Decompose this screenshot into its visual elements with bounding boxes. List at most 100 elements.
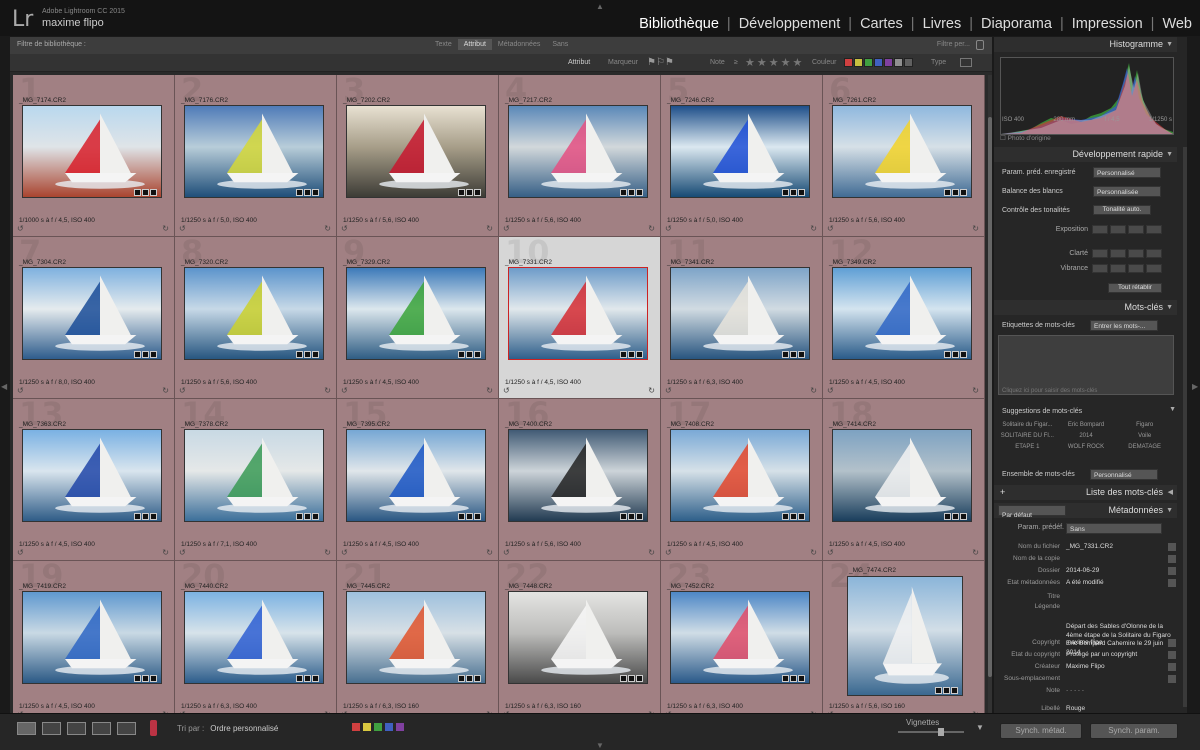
badge-icon[interactable] [790,189,797,196]
badge-icon[interactable] [150,513,157,520]
badge-icon[interactable] [782,351,789,358]
badge-icon[interactable] [951,687,958,694]
rotate-left-icon[interactable]: ↺ [665,224,672,233]
thumbnail-cell[interactable]: 16 _MG_7400.CR2 1/1250 s à f / 5,6, ISO 40… [499,395,661,561]
badge-icon[interactable] [790,351,797,358]
toolbar-options-icon[interactable]: ▼ [976,723,984,732]
thumbnail-image[interactable] [346,429,486,522]
badge-icon[interactable] [628,513,635,520]
badge-icon[interactable] [628,351,635,358]
badge-icon[interactable] [458,675,465,682]
badge-icon[interactable] [296,351,303,358]
rotate-left-icon[interactable]: ↺ [665,386,672,395]
badge-icon[interactable] [790,513,797,520]
rotate-left-icon[interactable]: ↺ [341,548,348,557]
thumbnail-badges[interactable] [458,351,481,358]
badge-icon[interactable] [944,189,951,196]
badge-icon[interactable] [466,189,473,196]
metadata-action-icon[interactable] [1168,567,1176,575]
badge-icon[interactable] [960,351,967,358]
thumbnail-badges[interactable] [620,675,643,682]
compare-view-button[interactable] [67,722,86,735]
badge-icon[interactable] [134,189,141,196]
metadata-value[interactable]: 2014-06-29 [1066,567,1099,574]
histogram-header[interactable]: Histogramme ▼ [994,37,1177,52]
thumbnail-badges[interactable] [620,513,643,520]
sync-settings-button[interactable]: Synch. param. [1090,723,1178,739]
rotate-right-icon[interactable]: ↻ [810,548,817,557]
metadata-action-icon[interactable] [1168,663,1176,671]
thumbnail-cell[interactable]: 7 _MG_7304.CR2 1/1250 s à f / 8,0, ISO 400… [13,233,175,399]
vibrance-stepper[interactable] [1092,264,1162,273]
thumbnail-badges[interactable] [458,513,481,520]
badge-icon[interactable] [312,513,319,520]
rotate-right-icon[interactable]: ↻ [162,386,169,395]
rotate-left-icon[interactable]: ↺ [503,386,510,395]
keyword-tags-dropdown[interactable]: Entrer les mots-... [1090,320,1158,331]
badge-icon[interactable] [134,513,141,520]
keyword-suggestion[interactable]: Figaro [1115,422,1174,428]
thumbnail-cell[interactable]: 23 _MG_7452.CR2 1/1250 s à f / 6,3, ISO 40… [661,557,823,713]
thumbnail-image[interactable] [508,429,648,522]
badge-icon[interactable] [782,189,789,196]
badge-icon[interactable] [466,675,473,682]
thumbnail-badges[interactable] [935,687,958,694]
module-5[interactable]: Impression [1064,16,1151,32]
keyword-entry-box[interactable] [998,335,1174,395]
badge-icon[interactable] [620,351,627,358]
rotate-right-icon[interactable]: ↻ [648,548,655,557]
thumbnail-image[interactable] [184,105,324,198]
badge-icon[interactable] [944,513,951,520]
badge-icon[interactable] [952,189,959,196]
thumbnail-image[interactable] [670,267,810,360]
rotate-left-icon[interactable]: ↺ [17,548,24,557]
auto-tone-button[interactable]: Tonalité auto. [1093,205,1151,215]
rotate-right-icon[interactable]: ↻ [972,548,979,557]
thumbnail-image[interactable] [22,591,162,684]
keyword-suggestion[interactable]: 2014 [1057,433,1116,439]
badge-icon[interactable] [142,675,149,682]
keywording-header[interactable]: Mots-clés ▼ [994,300,1177,315]
badge-icon[interactable] [620,189,627,196]
left-panel-toggle-icon[interactable]: ◀ [1,382,7,391]
thumbnail-cell[interactable]: 17 _MG_7408.CR2 1/1250 s à f / 4,5, ISO 40… [661,395,823,561]
metadata-action-icon[interactable] [1168,675,1176,683]
rotate-right-icon[interactable]: ↻ [972,224,979,233]
metadata-header[interactable]: Par défaut Métadonnées ▼ [994,503,1177,519]
rotate-right-icon[interactable]: ↻ [972,386,979,395]
filter-tab-1[interactable]: Attribut [457,39,492,50]
thumbnail-badges[interactable] [944,351,967,358]
badge-icon[interactable] [142,513,149,520]
badge-icon[interactable] [636,351,643,358]
thumbnail-cell[interactable]: 8 _MG_7320.CR2 1/1250 s à f / 5,6, ISO 400… [175,233,337,399]
badge-icon[interactable] [474,351,481,358]
keyword-suggestion[interactable]: Solitaire du Figar... [998,422,1057,428]
qd-preset-dropdown[interactable]: Personnalisé [1093,167,1161,178]
thumbnail-badges[interactable] [134,513,157,520]
thumbnail-cell[interactable]: 22 _MG_7448.CR2 1/1250 s à f / 6,3, ISO 16… [499,557,661,713]
rotate-left-icon[interactable]: ↺ [17,224,24,233]
right-panel-toggle-icon[interactable]: ▶ [1192,382,1198,391]
sync-metadata-button[interactable]: Synch. métad. [1000,723,1082,739]
thumbnail-image[interactable] [832,105,972,198]
rotate-right-icon[interactable]: ↻ [324,386,331,395]
keyword-suggestion[interactable]: SOLITAIRE DU FI... [998,433,1057,439]
thumbnail-image[interactable] [508,267,648,360]
rotate-right-icon[interactable]: ↻ [162,224,169,233]
badge-icon[interactable] [296,513,303,520]
filter-tab-2[interactable]: Métadonnées [492,39,546,50]
thumbnail-cell[interactable]: 14 _MG_7378.CR2 1/1250 s à f / 7,1, ISO 40… [175,395,337,561]
badge-icon[interactable] [960,513,967,520]
thumbnail-badges[interactable] [782,675,805,682]
rotate-right-icon[interactable]: ↻ [810,224,817,233]
badge-icon[interactable] [636,189,643,196]
thumbnail-cell[interactable]: 10 _MG_7331.CR2 1/1250 s à f / 4,5, ISO 40… [499,233,661,399]
filmstrip-toggle-icon[interactable]: ▼ [596,741,604,750]
right-panel-scrollbar[interactable] [1183,147,1187,707]
thumbnail-size-knob[interactable] [938,728,944,736]
flag-filter-icons[interactable]: ⚑⚐⚑ [647,57,674,68]
thumbnail-image[interactable] [508,105,648,198]
badge-icon[interactable] [636,675,643,682]
badge-icon[interactable] [952,513,959,520]
badge-icon[interactable] [620,513,627,520]
